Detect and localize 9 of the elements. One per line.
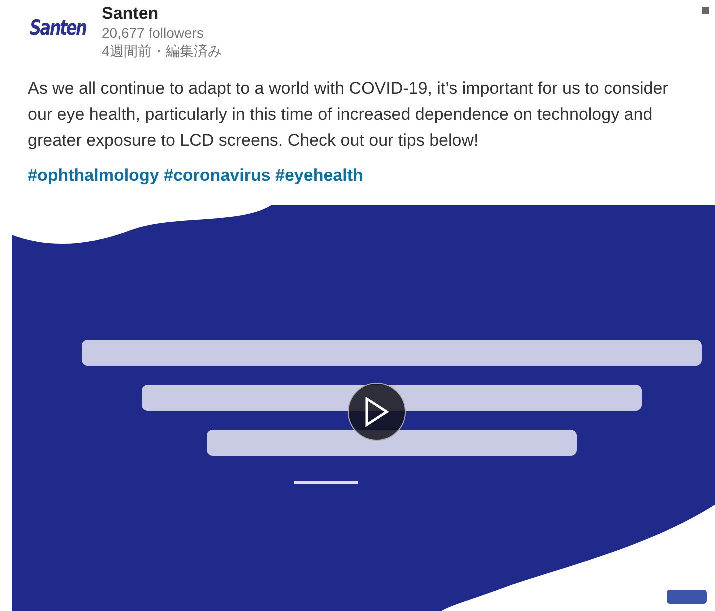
hashtag-link[interactable]: #coronavirus [164, 166, 271, 185]
company-name[interactable]: Santen [102, 4, 159, 24]
hashtag-link[interactable]: #ophthalmology [28, 166, 160, 185]
post-time: 4週間前・編集済み [102, 42, 222, 60]
company-logo[interactable]: Santen [30, 16, 84, 40]
hashtag-link[interactable]: #eyehealth [276, 166, 364, 185]
post-text: As we all continue to adapt to a world with COVID-19, it’s important for us to consider our eye health, particularly in this time of increased dependence on technology and greater exposure to LCD screens. Check out our tips below! [28, 78, 670, 152]
follower-count: 20,677 followers [102, 24, 204, 42]
play-icon [365, 397, 389, 427]
